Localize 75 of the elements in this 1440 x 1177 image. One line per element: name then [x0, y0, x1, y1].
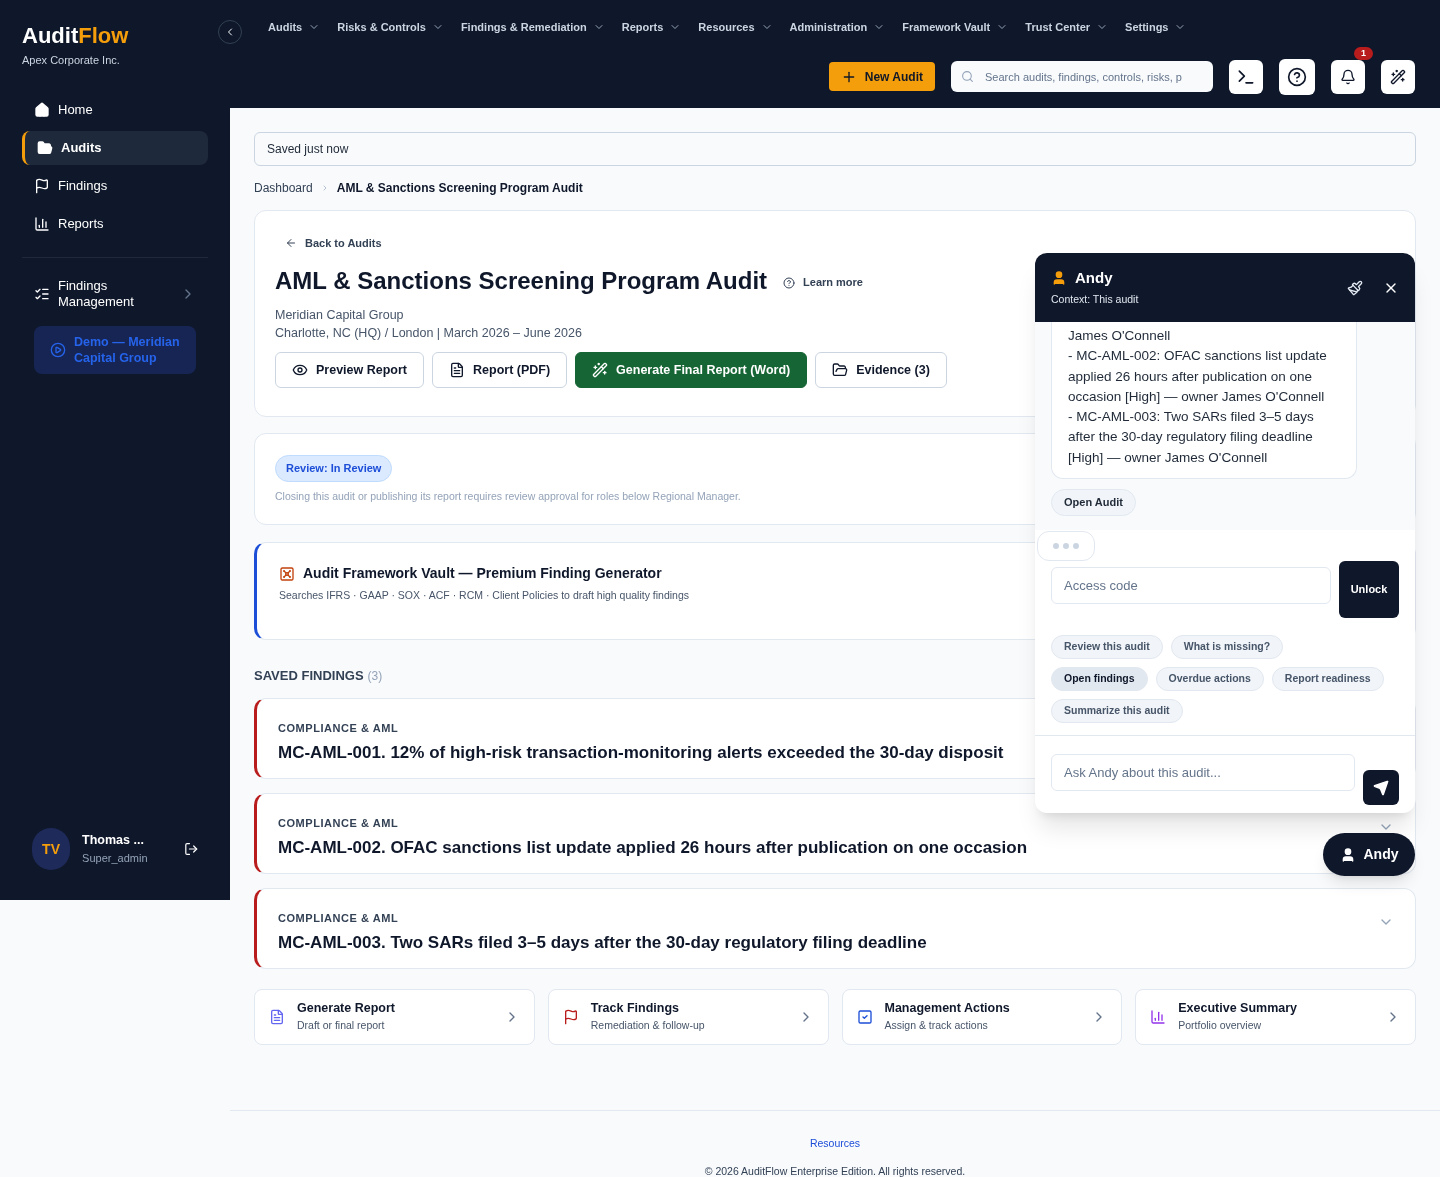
- sidebar-item[interactable]: Reports: [22, 206, 208, 241]
- audit-title: AML & Sanctions Screening Program Audit: [275, 265, 768, 296]
- nav-menu[interactable]: Settings: [1125, 19, 1187, 36]
- quick-link-subtitle: Draft or final report: [297, 1018, 386, 1033]
- finding-category: COMPLIANCE & AML: [278, 910, 399, 926]
- quick-link-title: Generate Report: [297, 1000, 396, 1018]
- finding-card[interactable]: COMPLIANCE & AML MC-AML-003. Two SARs filed 3–5 days after the 30-day regulatory filing deadline: [254, 887, 1416, 969]
- section-heading: SAVED FINDINGS: [254, 667, 364, 685]
- quick-link-subtitle: Assign & track actions: [884, 1018, 989, 1033]
- vault-subtitle: Searches IFRS · GAAP · SOX · ACF · RCM · Client Policies to draft high quality findings: [279, 588, 690, 604]
- vault-title: Audit Framework Vault — Premium Finding Generator: [303, 564, 662, 584]
- suggestion-chip[interactable]: Report readiness: [1271, 667, 1384, 691]
- quick-link-card[interactable]: Executive Summary Portfolio overview: [1135, 988, 1416, 1045]
- sidebar-group[interactable]: Findings Management: [22, 273, 208, 314]
- chat-context: Context: This audit: [1051, 292, 1140, 308]
- breadcrumb-link[interactable]: Dashboard: [254, 179, 313, 197]
- audit-details: Charlotte, NC (HQ) / London | March 2026 – June 2026: [275, 325, 582, 343]
- nav-menu[interactable]: Risks & Controls: [337, 19, 444, 36]
- suggestion-chip[interactable]: Open findings: [1051, 667, 1148, 691]
- review-note: Closing this audit or publishing its report requires review approval for roles below Regional Manager.: [275, 488, 741, 504]
- sidebar-item[interactable]: Home: [22, 92, 208, 127]
- nav-menu[interactable]: Trust Center: [1025, 19, 1109, 36]
- findings-count: (3): [367, 668, 383, 685]
- ask-field[interactable]: Ask Andy about this audit...: [1051, 754, 1355, 791]
- nav-menu[interactable]: Framework Vault: [902, 19, 1009, 36]
- nav-menu[interactable]: Resources: [698, 19, 773, 36]
- new-audit-button[interactable]: New Audit: [828, 62, 935, 91]
- quick-link-card[interactable]: Generate Report Draft or final report: [254, 988, 535, 1045]
- sidebar-item[interactable]: Audits: [22, 130, 208, 165]
- finding-category: COMPLIANCE & AML: [278, 815, 399, 831]
- nav-menu[interactable]: Findings & Remediation: [460, 19, 605, 36]
- quick-link-title: Track Findings: [590, 1000, 680, 1018]
- sidebar-item[interactable]: Findings: [22, 168, 208, 203]
- finding-category: COMPLIANCE & AML: [278, 720, 399, 736]
- action-button[interactable]: Evidence (3): [815, 352, 947, 388]
- finding-title: MC-AML-001. 12% of high-risk transaction-monitoring alerts exceeded the 30-day disposit: [278, 742, 1004, 764]
- action-button[interactable]: Report (PDF): [432, 352, 568, 388]
- suggestion-chip[interactable]: What is missing?: [1170, 635, 1284, 659]
- action-button[interactable]: Preview Report: [275, 352, 424, 388]
- quick-link-subtitle: Remediation & follow-up: [590, 1018, 706, 1033]
- quick-link-card[interactable]: Management Actions Assign & track actions: [841, 988, 1123, 1045]
- nav-menu[interactable]: Audits: [268, 19, 321, 36]
- assistant-launcher-button[interactable]: Andy: [1323, 833, 1415, 876]
- action-button[interactable]: Generate Final Report (Word): [575, 352, 808, 388]
- learn-more-link[interactable]: Learn more: [783, 274, 863, 291]
- quick-link-card[interactable]: Track Findings Remediation & follow-up: [547, 988, 829, 1045]
- back-link[interactable]: Back to Audits: [285, 235, 382, 252]
- suggestion-chip[interactable]: Overdue actions: [1155, 667, 1264, 691]
- access-code-field[interactable]: Access code: [1051, 567, 1331, 604]
- finding-title: MC-AML-003. Two SARs filed 3–5 days after the 30-day regulatory filing deadline: [278, 932, 927, 954]
- suggestion-chip[interactable]: Summarize this audit: [1051, 699, 1183, 723]
- search-field[interactable]: Search audits, findings, controls, risks, p: [951, 61, 1213, 92]
- breadcrumb-current: AML & Sanctions Screening Program Audit: [336, 180, 583, 197]
- user-name: Thomas ...: [82, 832, 145, 850]
- nav-menu[interactable]: Administration: [789, 19, 886, 36]
- chat-message: James O'Connell - MC-AML-002: OFAC sanctions list update applied 26 hours after publication on one occasion [High] — owner James O'Connell - MC-AML-003: Two SARs filed 3–5 days after the 30-day regulatory filing deadline [High] — owner James O'Connell: [1051, 322, 1357, 480]
- review-status-badge: Review: In Review: [275, 455, 393, 482]
- quick-link-subtitle: Portfolio overview: [1178, 1018, 1263, 1033]
- company-name: Apex Corporate Inc.: [22, 53, 121, 68]
- client-name: Meridian Capital Group: [275, 306, 404, 324]
- chat-title: Andy: [1075, 267, 1113, 288]
- finding-title: MC-AML-002. OFAC sanctions list update applied 26 hours after publication on one occasion: [278, 837, 1028, 859]
- notification-badge: 1: [1354, 46, 1373, 60]
- user-role: Super_admin: [82, 851, 148, 867]
- save-status-bar: Saved just now: [254, 132, 1416, 166]
- unlock-button[interactable]: Unlock: [1339, 561, 1399, 618]
- nav-menu[interactable]: Reports: [621, 19, 682, 36]
- footer-link[interactable]: Resources: [809, 1136, 861, 1152]
- user-avatar: TV: [32, 828, 71, 870]
- quick-link-title: Management Actions: [884, 1000, 1011, 1018]
- logo: AuditFlow: [22, 24, 130, 48]
- open-audit-chip[interactable]: Open Audit: [1051, 489, 1136, 516]
- copyright: © 2026 AuditFlow Enterprise Edition. All rights reserved.: [704, 1163, 966, 1177]
- suggestion-chip[interactable]: Review this audit: [1051, 635, 1163, 659]
- quick-link-title: Executive Summary: [1178, 1000, 1299, 1018]
